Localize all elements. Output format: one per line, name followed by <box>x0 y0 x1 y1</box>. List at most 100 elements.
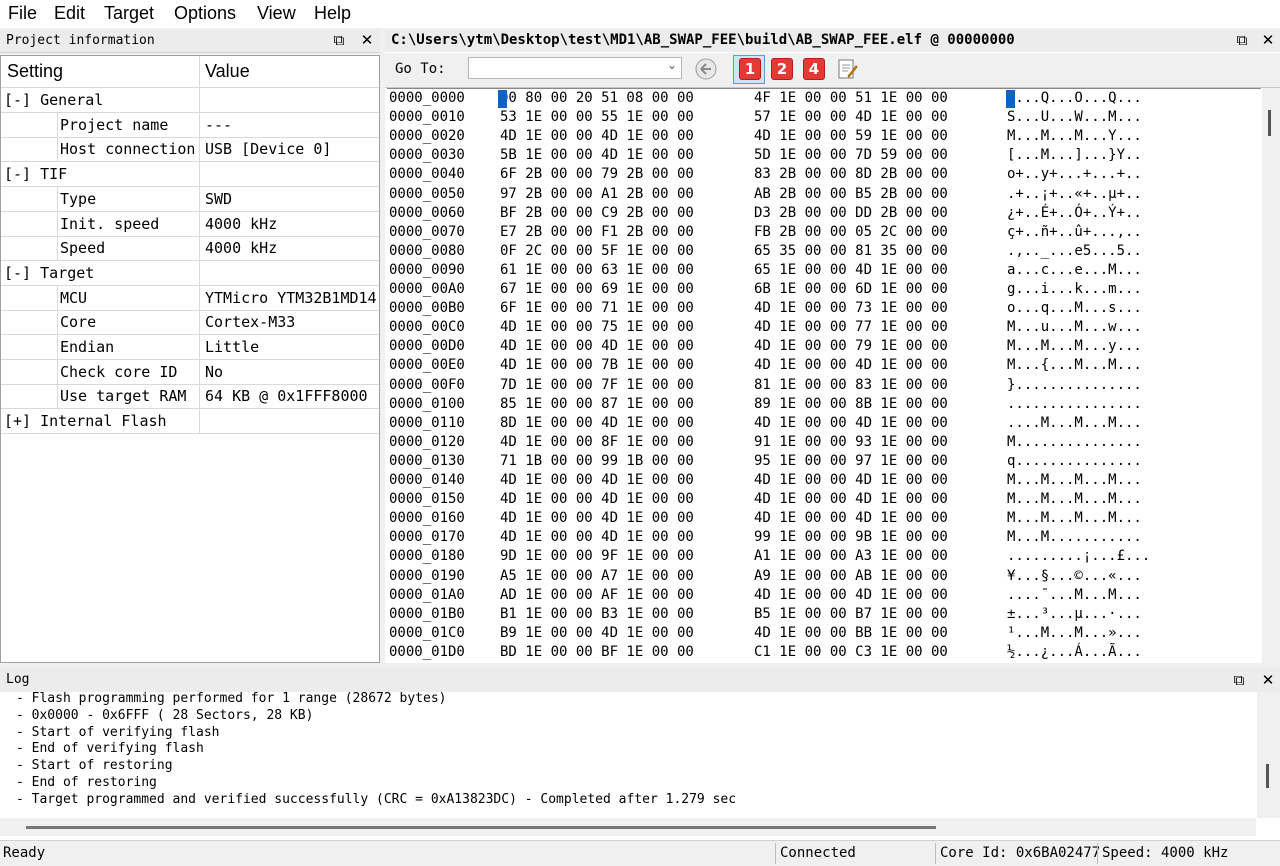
restore-window-icon[interactable]: ⧉ <box>1231 672 1247 688</box>
hex-row[interactable]: 0000_0120 4D 1E 00 00 8F 1E 00 00 91 1E 00… <box>389 433 1259 452</box>
hex-bytes-high[interactable]: 4D 1E 00 00 BB 1E 00 00 <box>754 624 948 643</box>
hex-bytes-high[interactable]: C1 1E 00 00 C3 1E 00 00 <box>754 643 948 662</box>
hex-bytes-low[interactable]: B1 1E 00 00 B3 1E 00 00 <box>500 605 694 624</box>
hex-dump[interactable]: 0000_0000 00 80 00 20 51 08 00 00 4F 1E 00… <box>387 88 1261 664</box>
hex-ascii[interactable]: M...M...M...y... <box>1007 337 1142 356</box>
hex-row[interactable]: 0000_0180 9D 1E 00 00 9F 1E 00 00 A1 1E 00… <box>389 547 1259 566</box>
hex-row[interactable]: 0000_00C0 4D 1E 00 00 75 1E 00 00 4D 1E 00… <box>389 318 1259 337</box>
hex-bytes-low[interactable]: 6F 2B 00 00 79 2B 00 00 <box>500 165 694 184</box>
setting-row[interactable]: Project name --- <box>1 112 379 138</box>
close-icon[interactable]: ✕ <box>359 32 375 48</box>
hex-bytes-low[interactable]: 7D 1E 00 00 7F 1E 00 00 <box>500 376 694 395</box>
hex-bytes-high[interactable]: 65 35 00 00 81 35 00 00 <box>754 242 948 261</box>
hex-row[interactable]: 0000_0140 4D 1E 00 00 4D 1E 00 00 4D 1E 00… <box>389 471 1259 490</box>
hex-bytes-high[interactable]: 5D 1E 00 00 7D 59 00 00 <box>754 146 948 165</box>
hex-ascii[interactable]: a...c...e...M... <box>1007 261 1142 280</box>
restore-window-icon[interactable]: ⧉ <box>1234 32 1250 48</box>
setting-key[interactable]: [-] Target <box>4 264 94 282</box>
hex-bytes-low[interactable]: A5 1E 00 00 A7 1E 00 00 <box>500 567 694 586</box>
menu-file[interactable]: File <box>8 3 37 24</box>
menu-edit[interactable]: Edit <box>54 3 85 24</box>
hex-row[interactable]: 0000_0060 BF 2B 00 00 C9 2B 00 00 D3 2B 00… <box>389 204 1259 223</box>
hex-scroll-thumb[interactable] <box>1268 110 1271 136</box>
hex-ascii[interactable]: .........¡...£... <box>1007 547 1150 566</box>
hex-row[interactable]: 0000_0080 0F 2C 00 00 5F 1E 00 00 65 35 00… <box>389 242 1259 261</box>
hex-bytes-high[interactable]: 91 1E 00 00 93 1E 00 00 <box>754 433 948 452</box>
hex-ascii[interactable]: }............... <box>1007 376 1142 395</box>
hex-bytes-low[interactable]: 53 1E 00 00 55 1E 00 00 <box>500 108 694 127</box>
hex-bytes-low[interactable]: 71 1B 00 00 99 1B 00 00 <box>500 452 694 471</box>
hex-ascii[interactable]: q............... <box>1007 452 1142 471</box>
hex-bytes-high[interactable]: 4D 1E 00 00 59 1E 00 00 <box>754 127 948 146</box>
hex-row[interactable]: 0000_0020 4D 1E 00 00 4D 1E 00 00 4D 1E 00… <box>389 127 1259 146</box>
log-horizontal-scrollbar[interactable] <box>0 818 1256 836</box>
hex-row[interactable]: 0000_0040 6F 2B 00 00 79 2B 00 00 83 2B 00… <box>389 165 1259 184</box>
hex-ascii[interactable]: M............... <box>1007 433 1142 452</box>
hex-ascii[interactable]: M...M........... <box>1007 528 1142 547</box>
hex-bytes-high[interactable]: 4F 1E 00 00 51 1E 00 00 <box>754 89 948 108</box>
hex-row[interactable]: 0000_0150 4D 1E 00 00 4D 1E 00 00 4D 1E 00… <box>389 490 1259 509</box>
hex-ascii[interactable]: ±...³...µ...·... <box>1007 605 1142 624</box>
hex-bytes-low[interactable]: 4D 1E 00 00 4D 1E 00 00 <box>500 509 694 528</box>
hex-ascii[interactable]: S...U...W...M... <box>1007 108 1142 127</box>
back-arrow-icon[interactable] <box>695 58 717 80</box>
hex-bytes-high[interactable]: 4D 1E 00 00 4D 1E 00 00 <box>754 414 948 433</box>
tree-group-row[interactable]: [-] Target <box>1 260 379 286</box>
column-header-value[interactable]: Value <box>205 61 250 82</box>
hex-row[interactable]: 0000_01A0 AD 1E 00 00 AF 1E 00 00 4D 1E 00… <box>389 586 1259 605</box>
hex-bytes-high[interactable]: AB 2B 00 00 B5 2B 00 00 <box>754 185 948 204</box>
hex-bytes-low[interactable]: E7 2B 00 00 F1 2B 00 00 <box>500 223 694 242</box>
hex-bytes-low[interactable]: 8D 1E 00 00 4D 1E 00 00 <box>500 414 694 433</box>
tree-group-row[interactable]: [-] TIF <box>1 162 379 188</box>
hex-bytes-high[interactable]: A9 1E 00 00 AB 1E 00 00 <box>754 567 948 586</box>
hex-bytes-low[interactable]: 97 2B 00 00 A1 2B 00 00 <box>500 185 694 204</box>
hex-bytes-high[interactable]: 81 1E 00 00 83 1E 00 00 <box>754 376 948 395</box>
hex-row[interactable]: 0000_01B0 B1 1E 00 00 B3 1E 00 00 B5 1E 00… <box>389 605 1259 624</box>
menu-target[interactable]: Target <box>104 3 154 24</box>
hex-ascii[interactable]: ....M...M...M... <box>1007 414 1142 433</box>
hex-bytes-low[interactable]: 0F 2C 00 00 5F 1E 00 00 <box>500 242 694 261</box>
setting-row[interactable]: Core Cortex-M33 <box>1 310 379 336</box>
hex-bytes-low[interactable]: 4D 1E 00 00 4D 1E 00 00 <box>500 471 694 490</box>
hex-row[interactable]: 0000_0070 E7 2B 00 00 F1 2B 00 00 FB 2B 00… <box>389 223 1259 242</box>
hex-bytes-high[interactable]: 83 2B 00 00 8D 2B 00 00 <box>754 165 948 184</box>
close-icon[interactable]: ✕ <box>1260 672 1276 688</box>
hex-ascii[interactable]: M...M...M...M... <box>1007 471 1142 490</box>
hex-bytes-low[interactable]: 00 80 00 20 51 08 00 00 <box>500 89 694 108</box>
hex-row[interactable]: 0000_00A0 67 1E 00 00 69 1E 00 00 6B 1E 00… <box>389 280 1259 299</box>
hex-row[interactable]: 0000_0010 53 1E 00 00 55 1E 00 00 57 1E 00… <box>389 108 1259 127</box>
hex-bytes-low[interactable]: 4D 1E 00 00 8F 1E 00 00 <box>500 433 694 452</box>
hex-ascii[interactable]: ¹...M...M...»... <box>1007 624 1142 643</box>
hex-bytes-high[interactable]: 99 1E 00 00 9B 1E 00 00 <box>754 528 948 547</box>
menu-options[interactable]: Options <box>174 3 236 24</box>
hex-ascii[interactable]: ç+..ñ+..û+...,.. <box>1007 223 1142 242</box>
hex-bytes-high[interactable]: 65 1E 00 00 4D 1E 00 00 <box>754 261 948 280</box>
hex-ascii[interactable]: ¥...§...©...«... <box>1007 567 1142 586</box>
hex-bytes-high[interactable]: 4D 1E 00 00 4D 1E 00 00 <box>754 509 948 528</box>
hex-bytes-high[interactable]: 4D 1E 00 00 73 1E 00 00 <box>754 299 948 318</box>
hex-row[interactable]: 0000_0160 4D 1E 00 00 4D 1E 00 00 4D 1E 00… <box>389 509 1259 528</box>
setting-row[interactable]: Speed 4000 kHz <box>1 236 379 262</box>
log-hscroll-thumb[interactable] <box>26 826 936 829</box>
hex-row[interactable]: 0000_0000 00 80 00 20 51 08 00 00 4F 1E 00… <box>389 89 1259 108</box>
hex-ascii[interactable]: M...M...M...M... <box>1007 509 1142 528</box>
hex-bytes-high[interactable]: 4D 1E 00 00 79 1E 00 00 <box>754 337 948 356</box>
hex-bytes-low[interactable]: BD 1E 00 00 BF 1E 00 00 <box>500 643 694 662</box>
hex-bytes-high[interactable]: A1 1E 00 00 A3 1E 00 00 <box>754 547 948 566</box>
hex-row[interactable]: 0000_0090 61 1E 00 00 63 1E 00 00 65 1E 00… <box>389 261 1259 280</box>
hex-bytes-low[interactable]: 61 1E 00 00 63 1E 00 00 <box>500 261 694 280</box>
hex-ascii[interactable]: o...q...M...s... <box>1007 299 1142 318</box>
hex-row[interactable]: 0000_0110 8D 1E 00 00 4D 1E 00 00 4D 1E 00… <box>389 414 1259 433</box>
hex-row[interactable]: 0000_00D0 4D 1E 00 00 4D 1E 00 00 4D 1E 00… <box>389 337 1259 356</box>
hex-row[interactable]: 0000_00F0 7D 1E 00 00 7F 1E 00 00 81 1E 00… <box>389 376 1259 395</box>
hex-bytes-low[interactable]: 4D 1E 00 00 75 1E 00 00 <box>500 318 694 337</box>
hex-bytes-low[interactable]: 85 1E 00 00 87 1E 00 00 <box>500 395 694 414</box>
setting-row[interactable]: Host connection USB [Device 0] <box>1 137 379 163</box>
hex-ascii[interactable]: ¿+..É+..Ó+..Ý+.. <box>1007 204 1142 223</box>
toolbar-button-1[interactable]: 1 <box>739 58 761 80</box>
hex-ascii[interactable]: [...M...]...}Y.. <box>1007 146 1142 165</box>
hex-row[interactable]: 0000_00B0 6F 1E 00 00 71 1E 00 00 4D 1E 00… <box>389 299 1259 318</box>
menu-help[interactable]: Help <box>314 3 351 24</box>
hex-bytes-low[interactable]: 4D 1E 00 00 4D 1E 00 00 <box>500 337 694 356</box>
hex-ascii[interactable]: ................ <box>1007 395 1142 414</box>
